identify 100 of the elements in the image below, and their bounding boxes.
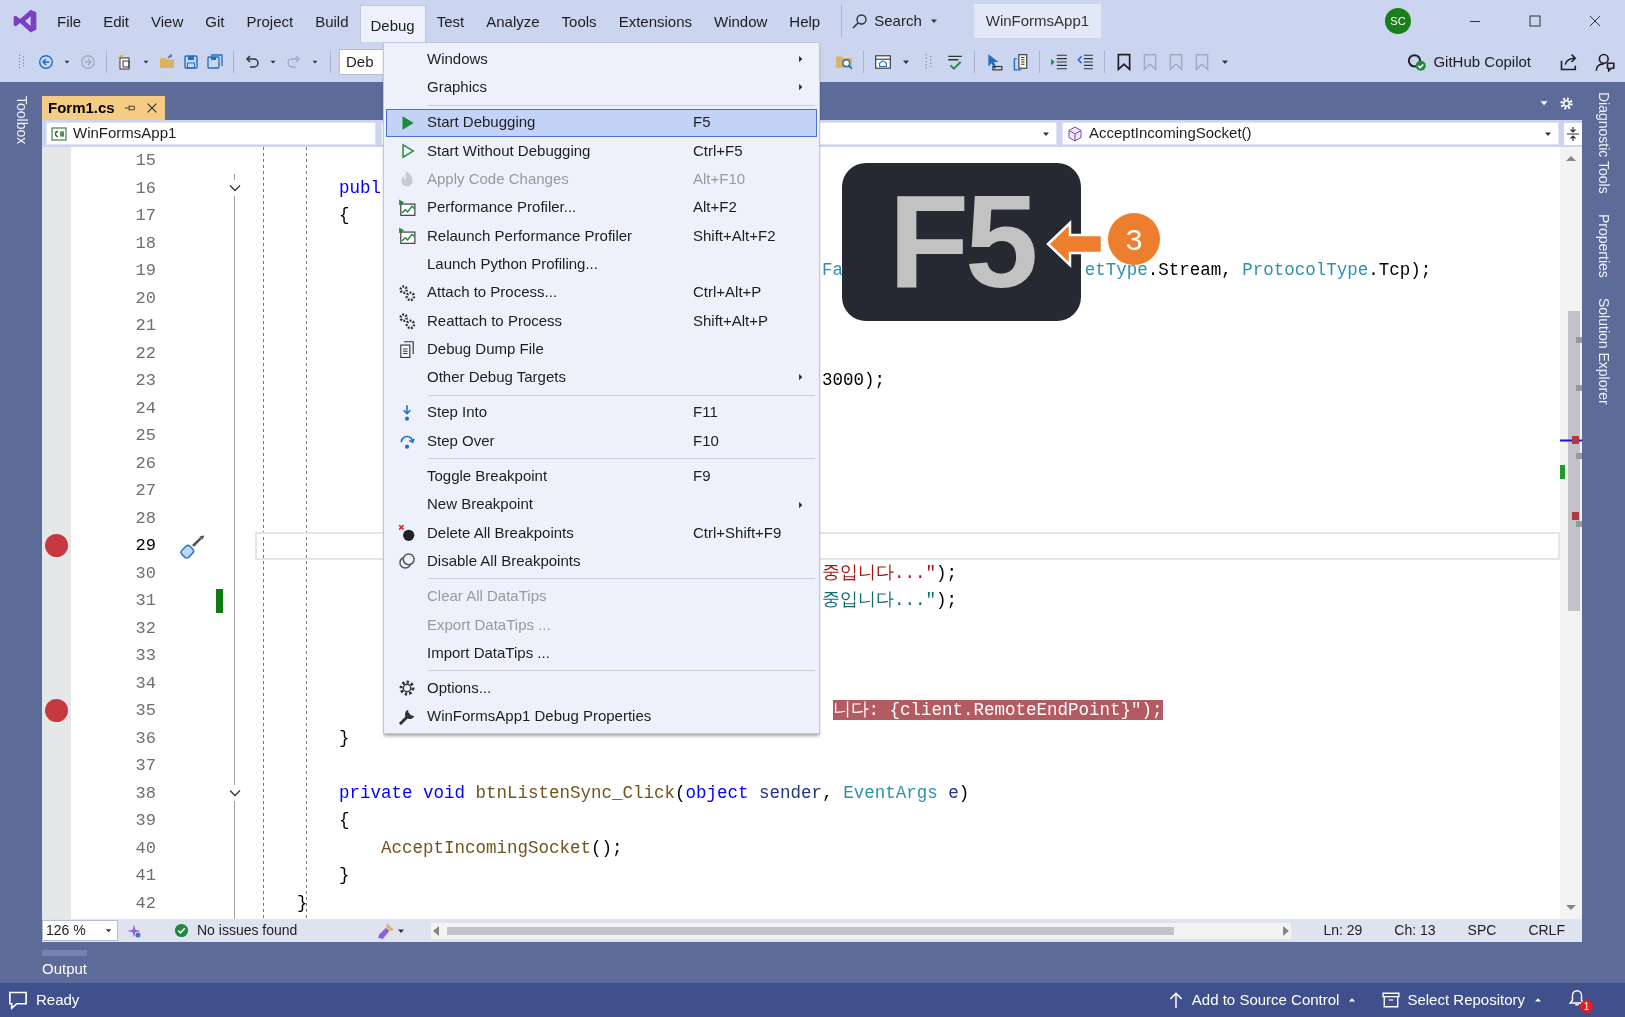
menu-item[interactable]: Delete All Breakpoints Ctrl+Shift+F9 [386,518,817,548]
menu-item[interactable]: New Breakpoint [386,490,817,519]
tool-window-tab[interactable]: Diagnostic Tools [1593,86,1614,200]
line-number: 23 [135,371,156,390]
pointer-icon[interactable] [985,53,1003,71]
menu-item[interactable]: Project [235,5,305,37]
menu-item[interactable]: Disable All Breakpoints [386,547,817,576]
indent-icon[interactable] [1050,53,1068,71]
menu-item[interactable]: Window [703,5,779,37]
check-icon [174,923,189,938]
repository-button[interactable]: Select Repository [1382,988,1544,1012]
menu-item[interactable]: Step Into F11 [386,398,817,427]
issues-status[interactable]: No issues found [197,920,298,941]
gears-icon [398,311,416,330]
member-dropdown[interactable]: AcceptIncomingSocket() [1062,122,1559,145]
save-all-icon[interactable] [207,54,223,70]
copilot-button[interactable]: GitHub Copilot [1401,49,1537,75]
editor-status-text[interactable]: SPC [1467,920,1497,941]
settings-icon[interactable] [1559,96,1574,111]
breakpoint-delete-icon [398,523,416,542]
menu-item[interactable]: View [140,5,195,37]
notifications-button[interactable]: 1 [1568,987,1593,1013]
minimize-icon[interactable] [1470,20,1480,22]
menu-item[interactable]: Extensions [607,5,703,37]
menu-item[interactable]: Analyze [475,5,551,37]
shortcut-key: F5 [842,163,1081,321]
notification-count: 1 [1580,1000,1593,1013]
menu-item[interactable]: Import DataTips ... [386,638,817,668]
line-number: 17 [135,206,156,225]
line-number: 16 [135,178,156,198]
folder-search-icon[interactable] [835,53,853,71]
line-number: 21 [135,316,156,335]
maximize-icon[interactable] [1527,13,1543,29]
vertical-scrollbar[interactable] [1560,147,1582,919]
settings-icon [398,679,416,698]
tool-window-tab[interactable]: Properties [1593,207,1614,284]
breakpoint-marker[interactable] [45,699,68,723]
menu-item[interactable]: Help [778,5,832,37]
breakpoint-marker[interactable] [45,534,68,558]
code-text: { [339,810,350,830]
line-number: 36 [135,728,156,748]
code-text: 중입니다..."); [822,562,958,583]
tool-window-tab[interactable]: Solution Explorer [1593,291,1614,411]
menu-item[interactable]: Git [194,5,236,37]
line-number: 31 [135,591,156,610]
spellcheck-icon[interactable] [946,53,964,71]
editor-status-text[interactable]: Ch: 13 [1394,920,1436,941]
menu-item[interactable]: Graphics [386,73,817,102]
outdent-icon[interactable] [1076,53,1094,71]
code-text: publ [339,177,381,198]
line-number: 30 [135,563,156,583]
menu-item[interactable]: Step Over F10 [386,426,817,456]
menu-item[interactable]: WinFormsApp1 Debug Properties [386,702,817,731]
search-button[interactable]: Search [841,5,950,37]
menu-item[interactable]: Build [304,5,360,37]
menu-item[interactable]: Attach to Process... Ctrl+Alt+P [386,278,817,307]
menu-item[interactable]: Reattach to Process Shift+Alt+P [386,306,817,335]
document-icon[interactable] [1011,53,1029,71]
line-number: 27 [135,481,156,500]
new-item-icon[interactable] [117,54,133,70]
menu-item[interactable]: Start Without Debugging Ctrl+F5 [386,136,817,166]
tool-window-tab[interactable]: Toolbox [10,90,32,151]
editor-status-text[interactable]: Ln: 29 [1323,920,1363,941]
zoom-dropdown[interactable]: 126 % [42,920,118,941]
menu-item[interactable]: Relaunch Performance Profiler Shift+Alt+F2 [386,221,817,251]
back-icon[interactable] [38,54,54,70]
window-icon[interactable] [874,53,892,71]
menu-item[interactable]: Debug Dump File [386,334,817,364]
share-icon[interactable] [1559,52,1579,72]
feedback-icon[interactable] [1595,52,1615,72]
menu-item[interactable]: Start Debugging F5 [386,108,817,137]
menu-item[interactable]: Options... [386,674,817,703]
menu-item[interactable]: Edit [92,5,141,37]
menu-item[interactable]: Launch Python Profiling... [386,250,817,279]
bookmark-icon[interactable] [1115,53,1133,71]
line-number: 39 [135,811,156,830]
menu-item[interactable]: File [46,5,93,37]
undo-icon[interactable] [244,54,260,70]
user-avatar[interactable]: SC [1385,8,1411,34]
line-number: 20 [135,288,156,308]
menu-item[interactable]: Test [425,5,476,37]
menu-item[interactable]: Performance Profiler... Alt+F2 [386,193,817,222]
close-icon[interactable] [1587,13,1603,29]
save-icon[interactable] [183,54,199,70]
screwdriver-icon[interactable] [180,533,206,559]
line-number: 18 [135,233,156,253]
status-text: Ready [36,989,81,1010]
source-control-button[interactable]: Add to Source Control [1166,988,1359,1012]
menu-item[interactable]: Tools [550,5,608,37]
line-number: 25 [135,426,156,445]
document-tab[interactable]: Form1.cs [42,96,165,120]
code-file-icon [51,125,67,142]
menu-item[interactable]: Other Debug Targets [386,363,817,392]
line-number: 33 [135,646,156,665]
split-icon[interactable] [1565,125,1581,142]
project-dropdown[interactable]: WinFormsApp1 [46,122,376,145]
editor-status-text[interactable]: CRLF [1528,920,1565,941]
code-text: AcceptIncomingSocket(); [381,837,623,858]
menu-item[interactable]: Toggle Breakpoint F9 [386,462,817,491]
horizontal-scrollbar[interactable] [431,922,1292,939]
